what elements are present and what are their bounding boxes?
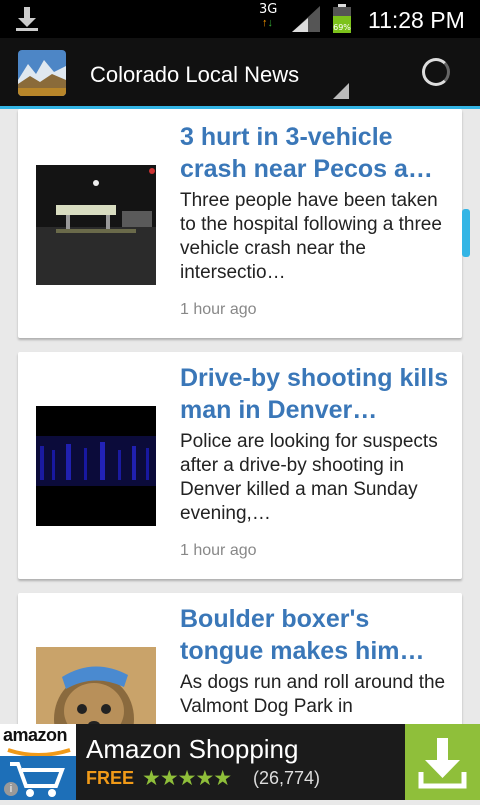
article-headline[interactable]: 3 hurt in 3-vehicle crash near Pecos a…	[180, 121, 450, 185]
article-age: 1 hour ago	[180, 301, 257, 318]
app-icon[interactable]	[18, 50, 66, 96]
review-count: (26,774)	[253, 768, 321, 788]
ad-brand: amazon	[3, 725, 68, 745]
article-summary: As dogs run and roll around the Valmont …	[180, 672, 446, 717]
article-card[interactable]: 3 hurt in 3-vehicle crash near Pecos a… …	[18, 109, 462, 338]
scrollbar[interactable]	[462, 209, 470, 257]
download-icon	[16, 7, 38, 31]
article-card[interactable]: Boulder boxer's tongue makes him… As dog…	[18, 593, 462, 724]
article-age: 1 hour ago	[180, 542, 257, 559]
network-type: 3G	[259, 2, 278, 17]
rating-stars: ★★★★★	[142, 767, 232, 790]
info-icon[interactable]: i	[4, 782, 18, 796]
article-list[interactable]: 3 hurt in 3-vehicle crash near Pecos a… …	[0, 109, 480, 724]
article-thumbnail	[36, 647, 156, 724]
clock: 11:28 PM	[368, 7, 465, 33]
ad-title[interactable]: Amazon Shopping	[86, 734, 298, 765]
signal-icon	[292, 6, 320, 32]
battery-icon: 69%	[333, 4, 351, 33]
article-thumbnail	[36, 406, 156, 526]
app-title[interactable]: Colorado Local News	[90, 62, 299, 88]
amazon-app-icon[interactable]: amazon i	[0, 724, 76, 800]
status-bar: 3G ↑↓ 69% 11:28 PM	[0, 0, 480, 38]
refresh-progress-icon[interactable]	[422, 58, 450, 86]
dropdown-indicator-icon[interactable]	[333, 83, 349, 99]
ad-banner[interactable]: amazon i Amazon Shopping FREE ★★★★★ (26,…	[0, 724, 480, 800]
install-button[interactable]	[405, 724, 480, 800]
article-headline[interactable]: Drive-by shooting kills man in Denver…	[180, 362, 450, 426]
article-thumbnail	[36, 165, 156, 285]
battery-level: 69%	[333, 23, 351, 32]
article-summary: Police are looking for suspects after a …	[180, 431, 438, 524]
article-summary: Three people have been taken to the hosp…	[180, 190, 442, 283]
data-activity-icon: ↑↓	[262, 17, 273, 29]
download-icon	[418, 738, 467, 789]
article-card[interactable]: Drive-by shooting kills man in Denver… P…	[18, 352, 462, 579]
action-bar: Colorado Local News	[0, 38, 480, 109]
ad-price: FREE	[86, 768, 135, 788]
article-headline[interactable]: Boulder boxer's tongue makes him…	[180, 603, 450, 667]
